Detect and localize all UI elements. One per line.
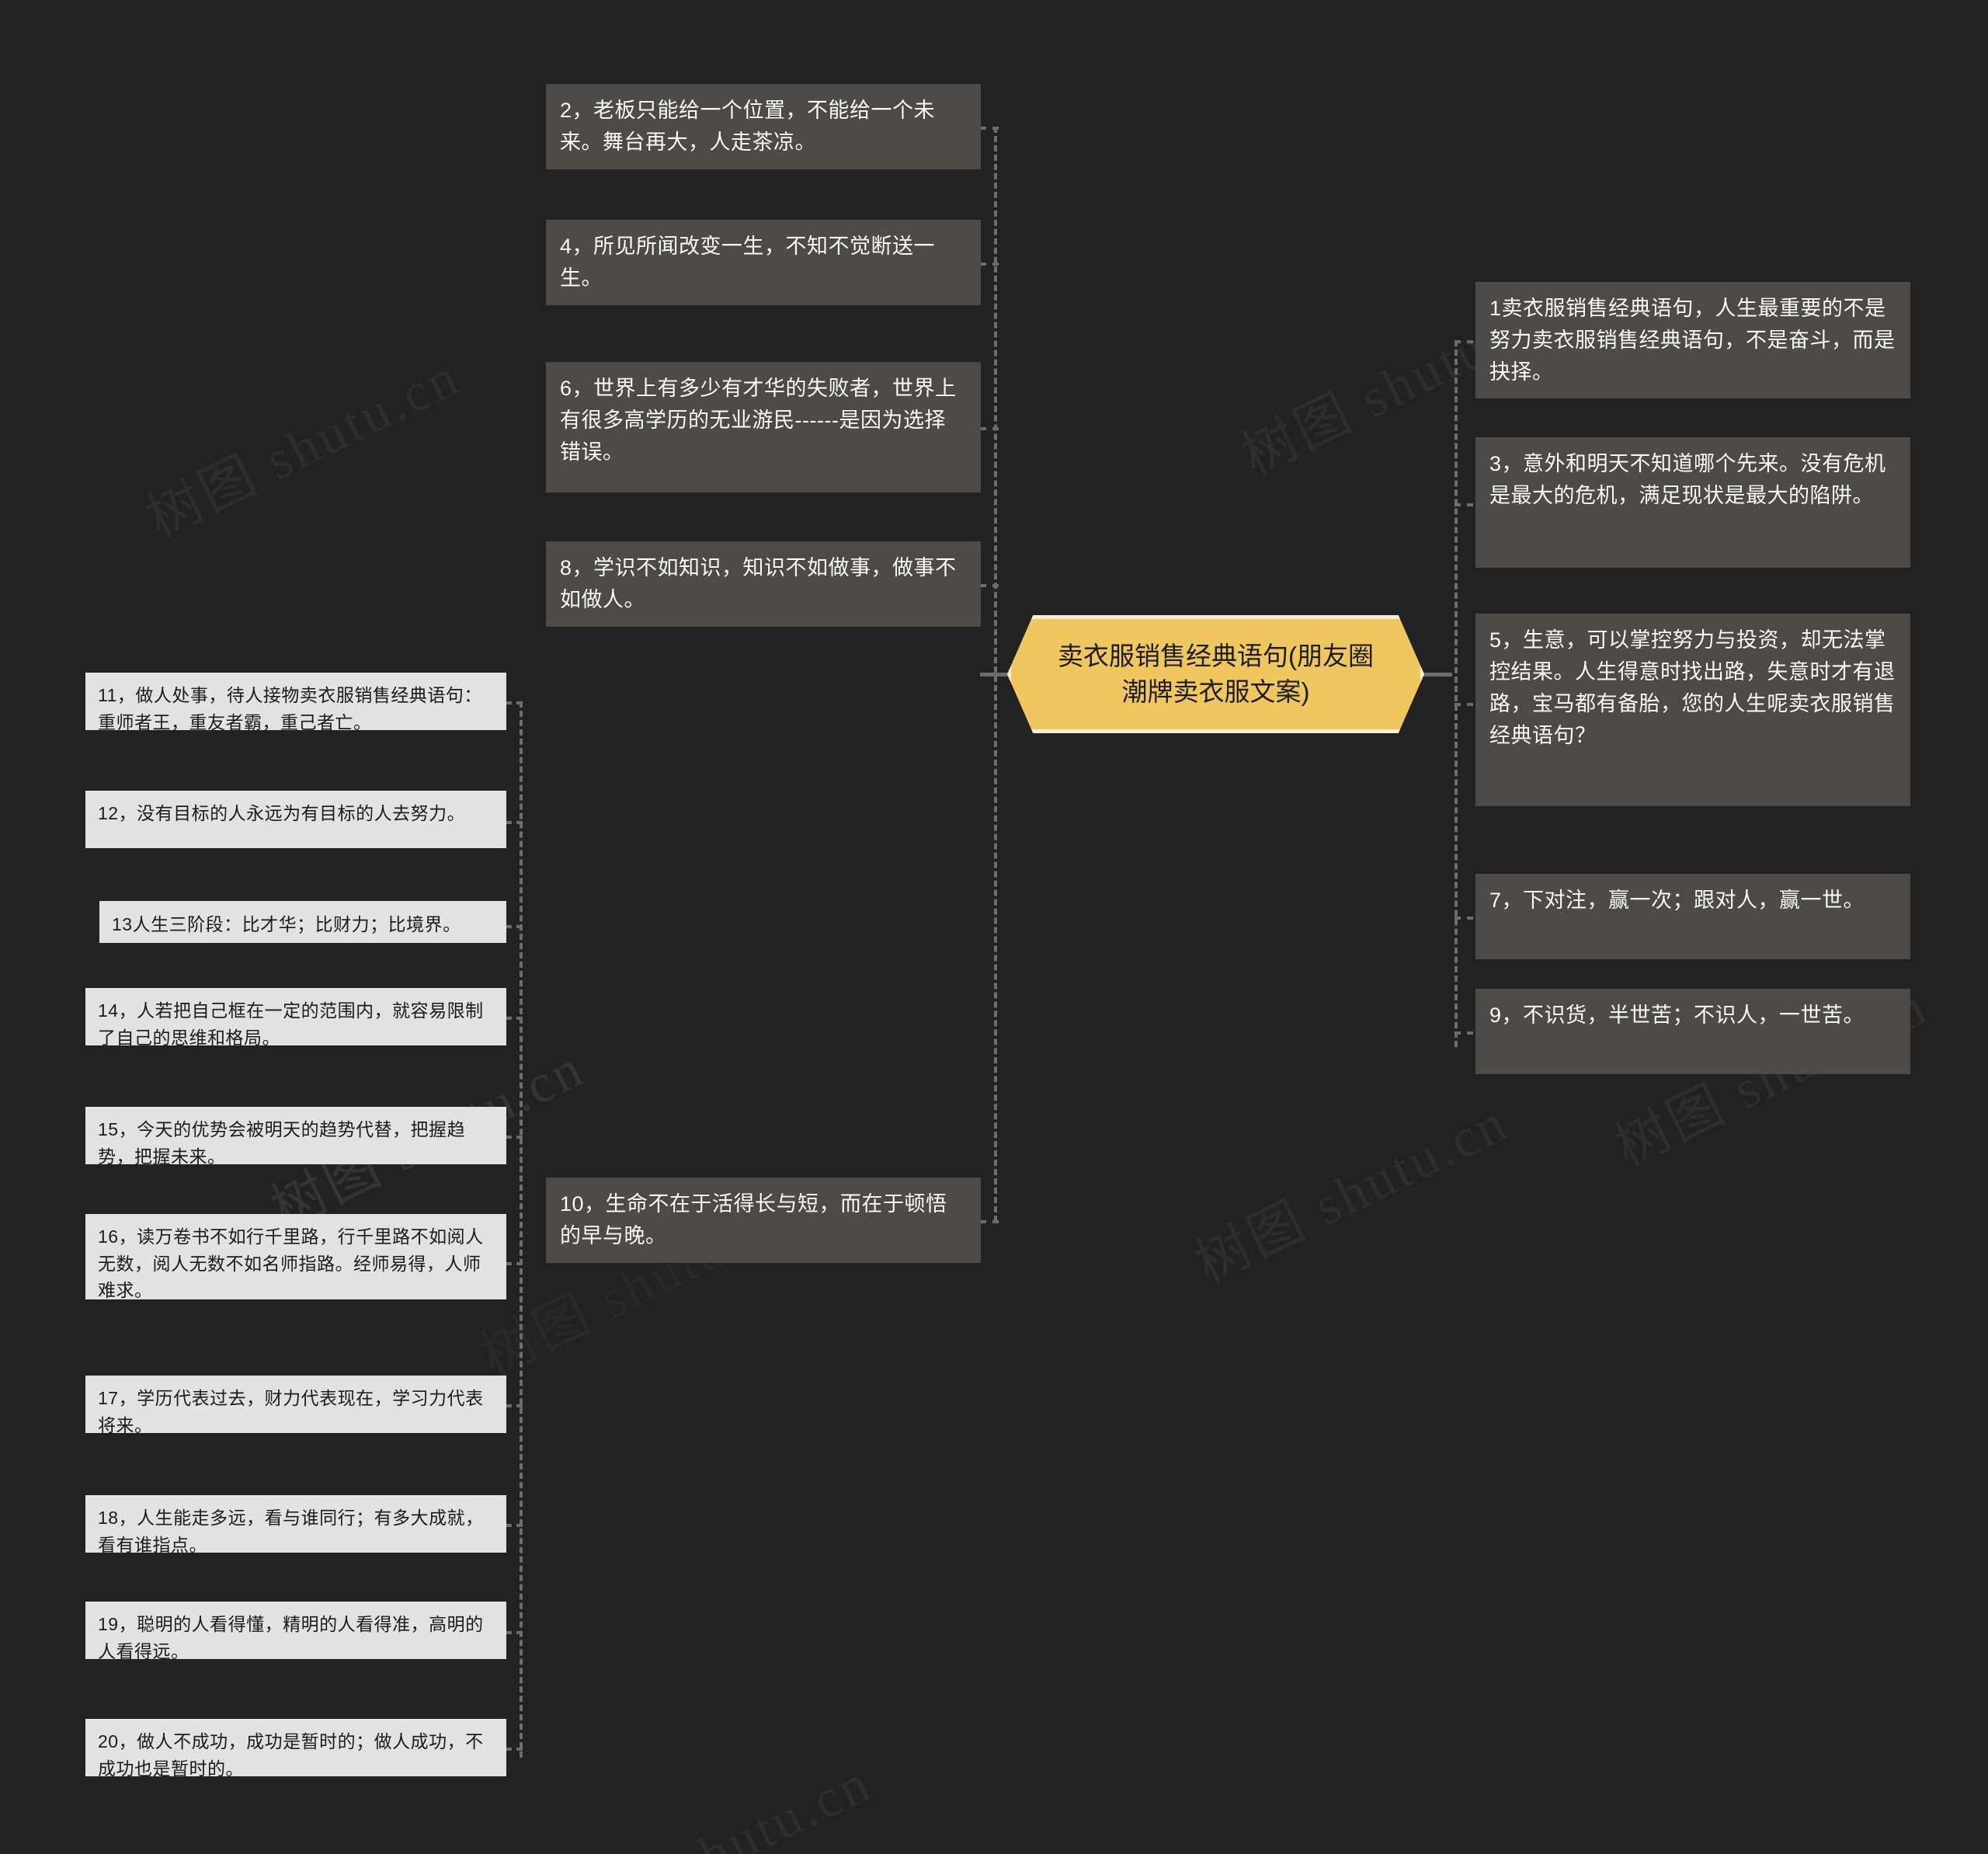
connector-stub-n17 [506,1404,523,1407]
mindmap-node-n14[interactable]: 14，人若把自己框在一定的范围内，就容易限制了自己的思维和格局。 [85,988,506,1048]
mindmap-node-n2[interactable]: 2，老板只能给一个位置，不能给一个未来。舞台再大，人走茶凉。 [546,84,981,169]
mindmap-node-n17[interactable]: 17，学历代表过去，财力代表现在，学习力代表将来。 [85,1376,506,1435]
connector-stub-n7 [1455,917,1473,920]
mindmap-canvas: 树图 shutu.cn 树图 shutu.cn 树图 shutu.cn 树图 s… [0,0,1988,1854]
mindmap-node-n13[interactable]: 13人生三阶段：比才华；比财力；比境界。 [99,901,506,943]
connector-stub-n6 [980,427,999,430]
connector-right-spine [1455,340,1458,1047]
connector-center-left-stub [980,673,1011,677]
connector-stub-n15 [506,1136,523,1139]
center-node-shape: 卖衣服销售经典语句(朋友圈潮牌卖衣服文案) [1007,615,1424,733]
mindmap-node-n20[interactable]: 20，做人不成功，成功是暂时的；做人成功，不成功也是暂时的。 [85,1719,506,1779]
mindmap-node-n8[interactable]: 8，学识不如知识，知识不如做事，做事不如做人。 [546,541,981,627]
connector-stub-n4 [980,263,999,266]
mindmap-node-n15[interactable]: 15，今天的优势会被明天的趋势代替，把握趋势，把握未来。 [85,1107,506,1167]
mindmap-node-n19[interactable]: 19，聪明的人看得懂，精明的人看得准，高明的人看得远。 [85,1602,506,1661]
connector-stub-n18 [506,1524,523,1527]
connector-left-sub-spine [520,701,523,1758]
connector-stub-n5 [1455,703,1473,706]
mindmap-node-n4[interactable]: 4，所见所闻改变一生，不知不觉断送一生。 [546,220,981,305]
connector-stub-n2 [980,127,999,130]
watermark: 树图 shutu.cn [550,1752,881,1854]
connector-left-spine [994,127,997,1222]
watermark: 树图 shutu.cn [1187,1092,1518,1296]
connector-stub-n13 [506,925,523,928]
connector-stub-n16 [506,1262,523,1265]
connector-stub-n10 [980,1220,999,1223]
mindmap-node-n12[interactable]: 12，没有目标的人永远为有目标的人去努力。 [85,791,506,848]
connector-stub-n12 [506,821,523,824]
mindmap-node-n6[interactable]: 6，世界上有多少有才华的失败者，世界上有很多高学历的无业游民------是因为选… [546,362,981,492]
connector-stub-n11 [506,701,523,704]
connector-stub-n14 [506,1017,523,1020]
mindmap-node-n3[interactable]: 3，意外和明天不知道哪个先来。没有危机是最大的危机，满足现状是最大的陷阱。 [1475,437,1910,568]
connector-stub-n8 [980,584,999,587]
connector-stub-n20 [506,1748,523,1751]
connector-stub-n9 [1455,1031,1473,1035]
mindmap-node-n18[interactable]: 18，人生能走多远，看与谁同行；有多大成就，看有谁指点。 [85,1495,506,1555]
mindmap-node-n7[interactable]: 7，下对注，赢一次；跟对人，赢一世。 [1475,874,1910,959]
mindmap-center-node[interactable]: 卖衣服销售经典语句(朋友圈潮牌卖衣服文案) [1007,615,1424,733]
watermark: 树图 shutu.cn [138,346,470,550]
mindmap-node-n9[interactable]: 9，不识货，半世苦；不识人，一世苦。 [1475,989,1910,1074]
connector-center-right-stub [1421,673,1452,677]
mindmap-node-n5[interactable]: 5，生意，可以掌控努力与投资，却无法掌控结果。人生得意时找出路，失意时才有退路，… [1475,614,1910,806]
connector-stub-n3 [1455,503,1473,506]
center-node-label: 卖衣服销售经典语句(朋友圈潮牌卖衣服文案) [1057,642,1374,706]
connector-stub-n19 [506,1631,523,1634]
mindmap-node-n11[interactable]: 11，做人处事，待人接物卖衣服销售经典语句：重师者王，重友者霸，重己者亡。 [85,673,506,732]
mindmap-node-n1[interactable]: 1卖衣服销售经典语句，人生最重要的不是努力卖衣服销售经典语句，不是奋斗，而是抉择… [1475,282,1910,398]
mindmap-node-n10[interactable]: 10，生命不在于活得长与短，而在于顿悟的早与晚。 [546,1177,981,1263]
mindmap-node-n16[interactable]: 16，读万卷书不如行千里路，行千里路不如阅人无数，阅人无数不如名师指路。经师易得… [85,1214,506,1300]
connector-stub-n1 [1455,340,1473,343]
